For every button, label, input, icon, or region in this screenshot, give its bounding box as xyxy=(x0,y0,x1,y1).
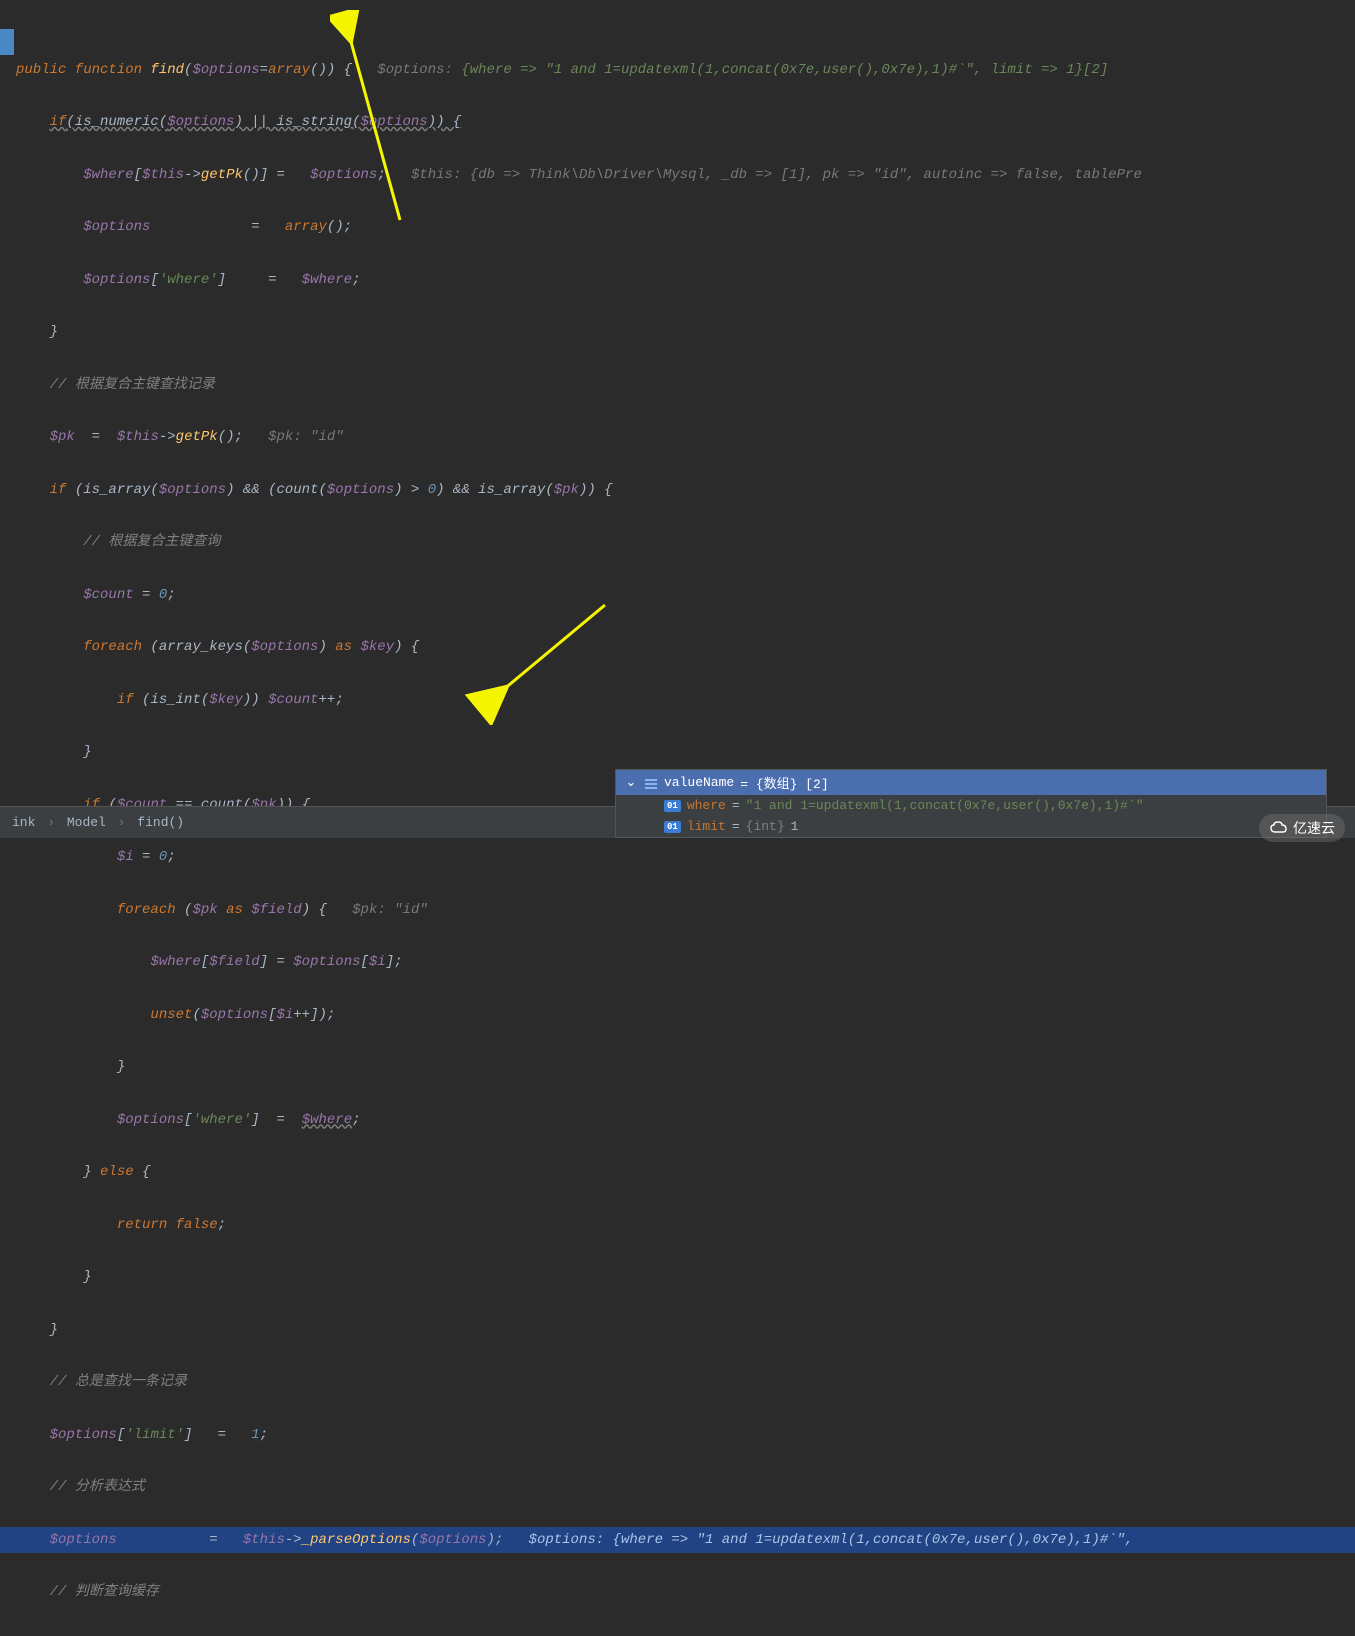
code-line: // 分析表达式 xyxy=(0,1474,1355,1500)
code-line: public function find($options=array()) {… xyxy=(0,57,1355,83)
code-line: foreach (array_keys($options) as $key) { xyxy=(0,634,1355,660)
breadcrumb-item[interactable]: Model xyxy=(67,815,106,830)
code-line: } xyxy=(0,739,1355,765)
code-line: } xyxy=(0,1317,1355,1343)
chevron-down-icon[interactable]: ⌄ xyxy=(624,775,638,790)
code-line: if(is_numeric($options) || is_string($op… xyxy=(0,109,1355,135)
code-line: $count = 0; xyxy=(0,582,1355,608)
code-line: $pk = $this->getPk(); $pk: "id" xyxy=(0,424,1355,450)
debug-row[interactable]: 01 limit = {int} 1 xyxy=(616,816,1326,837)
debug-key: limit xyxy=(687,819,726,834)
debug-var-value: = {数组} [2] xyxy=(740,773,828,792)
code-line-current: $options = $this->_parseOptions($options… xyxy=(0,1527,1355,1553)
code-line: $options = array(); xyxy=(0,214,1355,240)
index-badge: 01 xyxy=(664,821,681,833)
code-line: } xyxy=(0,319,1355,345)
code-line: $options['limit'] = 1; xyxy=(0,1422,1355,1448)
code-line: return false; xyxy=(0,1212,1355,1238)
debug-var-name: valueName xyxy=(664,775,734,790)
code-line: $options['where'] = $where; xyxy=(0,267,1355,293)
code-line: // 根据复合主键查找记录 xyxy=(0,372,1355,398)
array-icon xyxy=(644,776,658,790)
code-line: if (is_array($options) && (count($option… xyxy=(0,477,1355,503)
gutter-marker xyxy=(0,29,14,55)
chevron-right-icon: › xyxy=(118,815,126,830)
debug-value: "1 and 1=updatexml(1,concat(0x7e,user(),… xyxy=(746,798,1144,813)
code-line: // 根据复合主键查询 xyxy=(0,529,1355,555)
debug-key: where xyxy=(687,798,726,813)
watermark: 亿速云 xyxy=(1259,814,1345,842)
code-line: if (is_int($key)) $count++; xyxy=(0,687,1355,713)
code-line: $where[$field] = $options[$i]; xyxy=(0,949,1355,975)
breadcrumb-item[interactable]: find() xyxy=(137,815,184,830)
chevron-right-icon: › xyxy=(47,815,55,830)
code-line: unset($options[$i++]); xyxy=(0,1002,1355,1028)
cloud-icon xyxy=(1269,820,1289,836)
debug-row[interactable]: 01 where = "1 and 1=updatexml(1,concat(0… xyxy=(616,795,1326,816)
code-line: $options['where'] = $where; xyxy=(0,1107,1355,1133)
code-line: } xyxy=(0,1054,1355,1080)
debug-value: 1 xyxy=(791,819,799,834)
code-line: } else { xyxy=(0,1159,1355,1185)
code-line: foreach ($pk as $field) { $pk: "id" xyxy=(0,897,1355,923)
code-line: $i = 0; xyxy=(0,844,1355,870)
debug-row-header[interactable]: ⌄ valueName = {数组} [2] xyxy=(616,770,1326,795)
code-line: } xyxy=(0,1264,1355,1290)
breadcrumb-item[interactable]: ink xyxy=(12,815,35,830)
code-line: $where[$this->getPk()] = $options; $this… xyxy=(0,162,1355,188)
code-line: // 判断查询缓存 xyxy=(0,1579,1355,1605)
code-line: // 总是查找一条记录 xyxy=(0,1369,1355,1395)
index-badge: 01 xyxy=(664,800,681,812)
debug-variables-panel[interactable]: ⌄ valueName = {数组} [2] 01 where = "1 and… xyxy=(615,769,1327,838)
